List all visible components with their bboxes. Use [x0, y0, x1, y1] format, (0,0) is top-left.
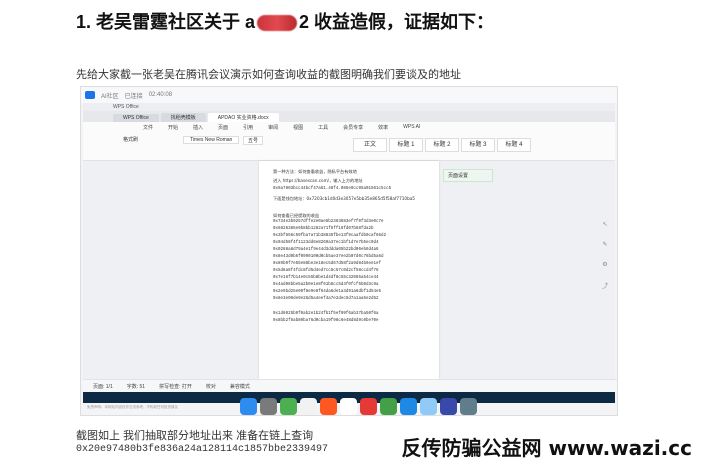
outro-paragraph: 截图如上 我们抽取部分地址出来 准备在链上查询	[76, 430, 314, 442]
meeting-screenshot: AI社区 已连接 02:40:08 WPS Office WPS Office …	[80, 86, 618, 416]
menu-member[interactable]: 会员专享	[343, 124, 363, 131]
style-h4[interactable]: 标题 4	[497, 138, 531, 152]
heading-prefix: 1. 老吴雷霆社区关于 a	[76, 12, 256, 32]
edit-icon[interactable]: ✎	[601, 241, 609, 249]
document-line: 0x5d8a8f4fdc8fd5d4ed7cc5c57c0d2cf58ccd4f…	[273, 269, 379, 273]
meeting-status: 已连接	[124, 93, 143, 100]
tencent-meeting-icon	[85, 91, 95, 99]
menu-insert[interactable]: 插入	[193, 124, 203, 131]
meeting-title: AI社区	[101, 93, 119, 100]
menu-tools[interactable]: 工具	[318, 124, 328, 131]
wallet-address: 0x20e97480b3fe836a24a128114c1857bbe23394…	[76, 444, 329, 455]
status-spell[interactable]: 拼写检查: 打开	[159, 383, 192, 390]
status-proof[interactable]: 校对	[206, 383, 216, 390]
document-line: 0x1d6025b9f0ab2e1b24fb1f5ef09f6ab37ba50f…	[273, 312, 379, 316]
settings-icon[interactable]: ⚙	[601, 261, 609, 269]
document-line: 0x2e9bd25e09f8e9e8f64da6de1a3d91a6dbf1d5…	[273, 290, 382, 294]
menu-wps-ai[interactable]: WPS AI	[403, 124, 420, 130]
menu-home[interactable]: 开始	[168, 124, 178, 131]
app-title: WPS Office	[113, 104, 139, 110]
document-line: 0x8e3e09de9e26d5a4eef4a7e2dec5d7a1aa5e2d…	[273, 297, 379, 301]
document-line: 下面是钱包地址：0x7203cb1d0d3e3057e5bb35e865d5f5…	[273, 196, 415, 201]
document-line: 如何查看已经提取的收益	[273, 213, 320, 218]
style-h3[interactable]: 标题 3	[461, 138, 495, 152]
menu-view[interactable]: 视图	[293, 124, 303, 131]
share-icon[interactable]: ⤴	[601, 281, 609, 290]
site-watermark: 反传防骗公益网 www.wazi.cc	[401, 436, 693, 460]
desktop: WPS Office WPS Office 找稻壳模板 APDAO 实业资格.d…	[83, 103, 617, 415]
document-line: 0x3bf656c59fba7a71b38835fbe13f9caafdb0ca…	[273, 234, 387, 238]
menu-bar: 文件 开始 插入 页面 引用 审阅 视图 工具 会员专享 效率 WPS AI	[83, 122, 615, 132]
screenshot-footnote: 免责声明：本网站内容仅作交流参考，不构成任何投资建议	[87, 405, 178, 409]
document-line: 0x8e43d0b6f0990100d0cb5ae37ee2b07d0c76bd…	[273, 255, 384, 259]
style-h1[interactable]: 标题 1	[389, 138, 423, 152]
menu-page[interactable]: 页面	[218, 124, 228, 131]
status-compat: 兼容模式	[229, 383, 250, 390]
right-toolbar: ↖ ✎ ⚙ ⤴	[601, 221, 611, 301]
style-normal[interactable]: 正文	[353, 138, 387, 152]
intro-paragraph: 先给大家截一张老吴在腾讯会议演示如何查询收益的截图明确我们要谈及的地址	[76, 69, 461, 81]
menu-reference[interactable]: 引用	[243, 124, 253, 131]
font-select[interactable]: Times New Roman	[183, 136, 240, 144]
document-line: 0x7e16f7b14e0c55b8be1d4df8c55c32085a54ce…	[273, 276, 379, 280]
document-line: 第一种方法：如何查看收益，隐私平台有效地	[273, 169, 357, 174]
font-size-select[interactable]: 五号	[243, 136, 264, 145]
meeting-top-bar: AI社区 已连接 02:40:08	[81, 87, 617, 103]
window-titlebar: WPS Office	[83, 103, 615, 111]
menu-review[interactable]: 审阅	[268, 124, 278, 131]
document-line: 进入 https://basescan.com/，输入上方的地址	[273, 178, 363, 183]
page-heading: 1. 老吴雷霆社区关于 a 2 收益造假，证据如下：	[76, 8, 494, 34]
menu-efficiency[interactable]: 效率	[378, 124, 388, 131]
meeting-timer: 02:40:08	[148, 92, 173, 98]
heading-suffix: 2 收益造假，证据如下：	[299, 12, 495, 32]
document-line: 0x04d58f4f1123dd6e8269a37ec1bf1d7e7b5ec0…	[273, 241, 379, 245]
document-line: 0x6826385e9b8bb1282a71f5ff16fd07b68fda2b	[273, 227, 374, 231]
pointer-icon[interactable]: ↖	[601, 221, 609, 229]
document-line: 0x9a7803bcc44bcf47a61.48f4.085e9cc95a015…	[273, 187, 392, 191]
tab-wps-office[interactable]: WPS Office	[113, 114, 159, 122]
style-h2[interactable]: 标题 2	[425, 138, 459, 152]
ribbon-toolbar: 格式刷 Times New Roman 五号 正文 标题 1 标题 2 标题 3…	[83, 132, 615, 161]
redaction-mark	[257, 15, 298, 32]
document-page[interactable]: 第一种方法：如何查看收益，隐私平台有效地进入 https://basescan.…	[259, 161, 439, 379]
document-line: 0x4ad08bbe5a2b0e1e8f61b6cc5d4f0fcf5b0d3c…	[273, 283, 379, 287]
paste-format-button[interactable]: 格式刷	[123, 136, 138, 143]
side-panel: 页面设置	[443, 169, 503, 191]
document-line: 0x0288a8d79a4e1f9e44d3ddda05b22bd06eb6d4…	[273, 248, 379, 252]
menu-file[interactable]: 文件	[143, 124, 153, 131]
tab-templates[interactable]: 找稻壳模板	[160, 113, 206, 122]
document-line: 0x89b0f7e55e88be3e18ec5d67d58f2a9d84b6ee…	[273, 262, 382, 266]
tab-strip: WPS Office 找稻壳模板 APDAO 实业资格.docx	[83, 111, 615, 122]
wps-window: WPS Office WPS Office 找稻壳模板 APDAO 实业资格.d…	[83, 103, 617, 392]
tab-document[interactable]: APDAO 实业资格.docx	[207, 113, 279, 122]
status-page: 页面: 1/1	[93, 383, 113, 390]
status-words: 字数: 51	[126, 383, 146, 390]
page-setup-button[interactable]: 页面设置	[443, 169, 493, 182]
document-area: 第一种方法：如何查看收益，隐私平台有效地进入 https://basescan.…	[83, 161, 615, 379]
document-line: 0x8bb2f6ab80ba76d0cba19f98c6e48d8d9c0be7…	[273, 319, 379, 323]
status-bar: 页面: 1/1 字数: 51 拼写检查: 打开 校对 兼容模式	[83, 379, 617, 392]
document-line: 0x734e3b9257dffe2e0ae5b2363683ef7f0f3d3e…	[273, 220, 384, 224]
